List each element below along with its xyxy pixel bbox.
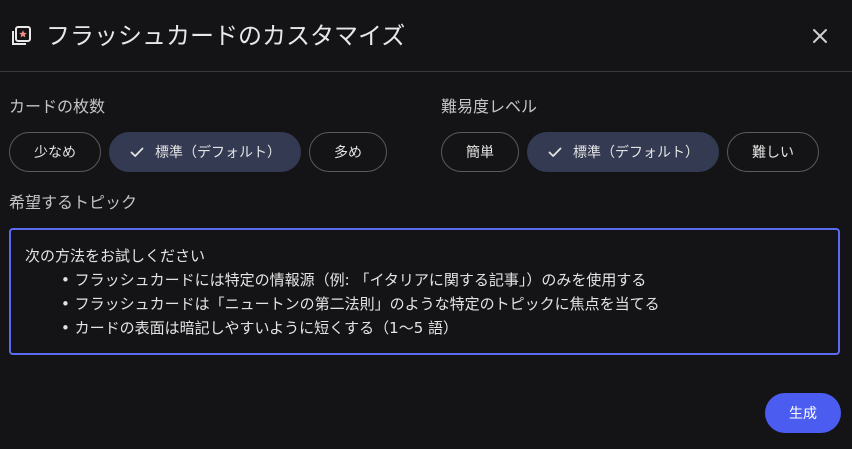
difficulty-label: 難易度レベル bbox=[441, 97, 538, 116]
topic-placeholder: 次の方法をお試しください • フラッシュカードには特定の情報源（例: 「イタリア… bbox=[25, 244, 660, 340]
chip-label: 難しい bbox=[752, 145, 794, 161]
topic-label: 希望するトピック bbox=[9, 193, 138, 212]
generate-button[interactable]: 生成 bbox=[765, 393, 841, 433]
placeholder-item: • カードの表面は暗記しやすいように短くする（1〜5 語） bbox=[61, 319, 459, 337]
topic-input[interactable]: 次の方法をお試しください • フラッシュカードには特定の情報源（例: 「イタリア… bbox=[9, 228, 840, 355]
close-icon bbox=[813, 29, 827, 43]
card-count-option-few[interactable]: 少なめ bbox=[9, 132, 101, 172]
placeholder-item: • フラッシュカードには特定の情報源（例: 「イタリアに関する記事」）のみを使用… bbox=[61, 271, 647, 289]
check-icon bbox=[130, 147, 144, 157]
check-icon bbox=[548, 147, 562, 157]
card-count-option-many[interactable]: 多め bbox=[309, 132, 387, 172]
card-count-option-standard[interactable]: 標準（デフォルト） bbox=[109, 132, 301, 172]
placeholder-item: • フラッシュカードは「ニュートンの第二法則」のような特定のトピックに焦点を当て… bbox=[61, 295, 660, 313]
close-button[interactable] bbox=[804, 20, 836, 52]
dialog-title: フラッシュカードのカスタマイズ bbox=[46, 22, 406, 50]
dialog-header: フラッシュカードのカスタマイズ bbox=[0, 0, 852, 72]
chip-label: 簡単 bbox=[466, 145, 494, 161]
card-count-label: カードの枚数 bbox=[9, 97, 106, 116]
flashcard-icon bbox=[10, 25, 32, 47]
chip-label: 少なめ bbox=[34, 145, 76, 161]
difficulty-option-easy[interactable]: 簡単 bbox=[441, 132, 519, 172]
difficulty-option-hard[interactable]: 難しい bbox=[727, 132, 819, 172]
chip-label: 多め bbox=[334, 145, 362, 161]
difficulty-option-standard[interactable]: 標準（デフォルト） bbox=[527, 132, 719, 172]
chip-label: 標準（デフォルト） bbox=[155, 145, 281, 161]
placeholder-heading: 次の方法をお試しください bbox=[25, 247, 206, 265]
chip-label: 標準（デフォルト） bbox=[573, 145, 699, 161]
